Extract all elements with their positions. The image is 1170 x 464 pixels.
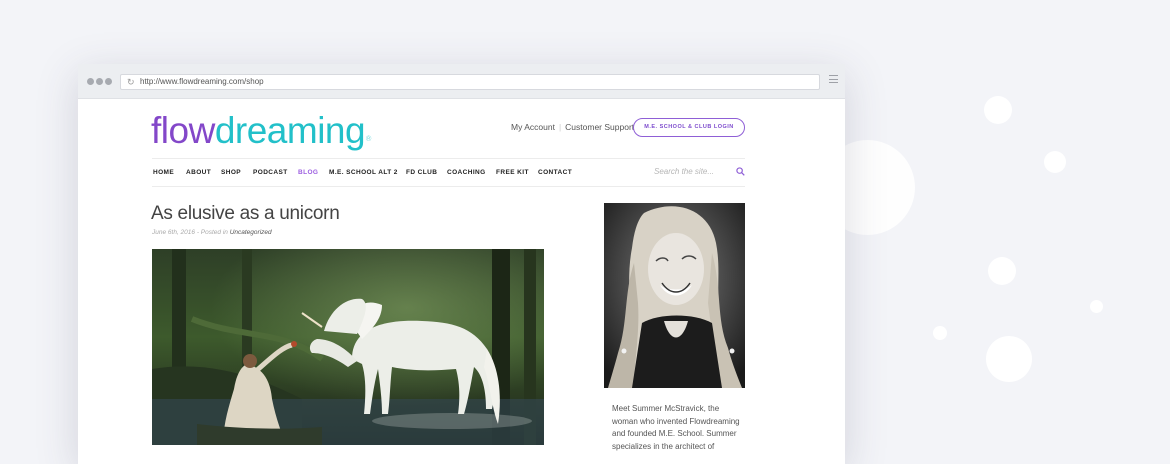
unicorn-forest-image bbox=[152, 249, 544, 445]
browser-window: ↻ http://www.flowdreaming.com/shop flowd… bbox=[78, 64, 845, 464]
hamburger-menu-icon[interactable] bbox=[829, 75, 838, 86]
logo-text-dreaming: dreaming bbox=[214, 110, 366, 151]
nav-item-blog[interactable]: BLOG bbox=[298, 159, 318, 186]
decor-bubble bbox=[1044, 151, 1066, 173]
nav-item-shop[interactable]: SHOP bbox=[221, 159, 241, 186]
window-control-dot[interactable] bbox=[87, 78, 94, 85]
address-url[interactable]: http://www.flowdreaming.com/shop bbox=[140, 75, 264, 89]
decor-bubble bbox=[1090, 300, 1103, 313]
school-club-login-button[interactable]: M.E. SCHOOL & CLUB LOGIN bbox=[633, 118, 745, 137]
decor-bubble bbox=[986, 336, 1032, 382]
post-date: June 6th, 2016 - Posted in bbox=[152, 229, 230, 236]
window-control-dot[interactable] bbox=[105, 78, 112, 85]
post-category-link[interactable]: Uncategorized bbox=[230, 229, 272, 236]
post-title[interactable]: As elusive as a unicorn bbox=[151, 203, 340, 225]
decor-bubble bbox=[984, 96, 1012, 124]
nav-item-fd-club[interactable]: FD CLUB bbox=[406, 159, 437, 186]
top-links: My Account | Customer Support bbox=[511, 122, 634, 132]
reload-icon[interactable]: ↻ bbox=[127, 75, 135, 89]
site-logo[interactable]: flowdreaming® bbox=[151, 108, 372, 154]
my-account-link[interactable]: My Account bbox=[511, 122, 555, 132]
post-meta: June 6th, 2016 - Posted in Uncategorized bbox=[152, 229, 272, 236]
search-icon[interactable] bbox=[736, 167, 745, 176]
main-nav: HOME ABOUT SHOP PODCAST BLOG M.E. SCHOOL… bbox=[152, 158, 745, 187]
logo-text-flow: flow bbox=[151, 110, 215, 151]
nav-item-me-school-alt-2[interactable]: M.E. SCHOOL ALT 2 bbox=[329, 159, 398, 186]
decor-bubble bbox=[933, 326, 947, 340]
nav-item-free-kit[interactable]: FREE KIT bbox=[496, 159, 529, 186]
window-control-dot[interactable] bbox=[96, 78, 103, 85]
browser-toolbar: ↻ http://www.flowdreaming.com/shop bbox=[78, 64, 845, 99]
nav-item-contact[interactable]: CONTACT bbox=[538, 159, 572, 186]
post-featured-image[interactable] bbox=[152, 249, 544, 445]
author-photo bbox=[604, 203, 745, 388]
nav-item-home[interactable]: HOME bbox=[153, 159, 174, 186]
nav-item-about[interactable]: ABOUT bbox=[186, 159, 211, 186]
author-portrait[interactable] bbox=[604, 203, 745, 388]
author-bio: Meet Summer McStravick, the woman who in… bbox=[612, 404, 740, 451]
customer-support-link[interactable]: Customer Support bbox=[565, 122, 634, 132]
nav-item-coaching[interactable]: COACHING bbox=[447, 159, 486, 186]
link-separator: | bbox=[558, 122, 562, 132]
logo-registered-mark: ® bbox=[365, 135, 372, 143]
nav-item-podcast[interactable]: PODCAST bbox=[253, 159, 288, 186]
web-page: flowdreaming® My Account | Customer Suppor… bbox=[78, 99, 845, 464]
decor-bubble bbox=[988, 257, 1016, 285]
search-input[interactable]: Search the site... bbox=[654, 159, 714, 185]
address-bar[interactable]: ↻ http://www.flowdreaming.com/shop bbox=[120, 74, 820, 90]
